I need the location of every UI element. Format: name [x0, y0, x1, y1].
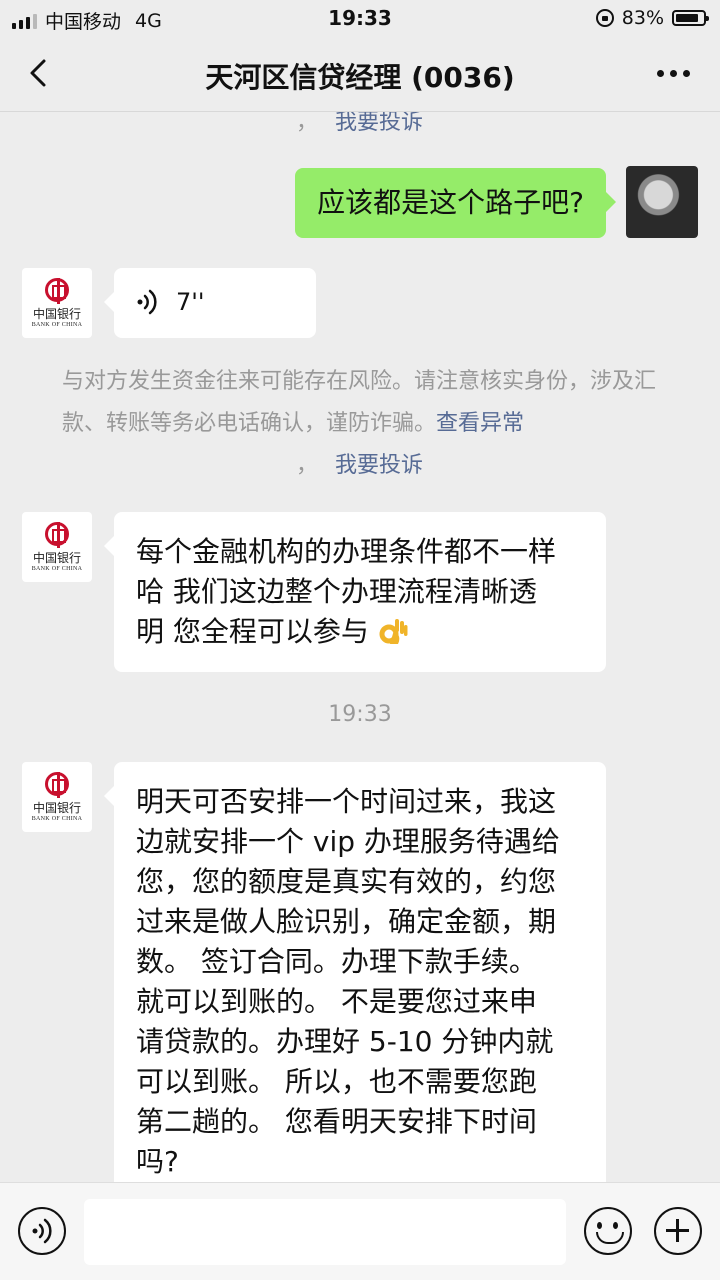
bank-of-china-logo-icon: [45, 278, 69, 304]
avatar-bank-en: BANK OF CHINA: [31, 322, 83, 328]
message-line: 明 您全程可以参与: [136, 612, 584, 652]
complain-link-top[interactable]: 我要投诉: [335, 112, 423, 135]
battery-fill: [676, 14, 698, 22]
avatar-bank-en: BANK OF CHINA: [31, 566, 83, 572]
more-options-icon[interactable]: [657, 70, 690, 77]
chat-area[interactable]: ， 我要投诉 应该都是这个路子吧? 中国银行 BANK OF CHINA 7''…: [0, 112, 720, 1182]
message-line: 每个金融机构的办理条件都不一样: [136, 535, 557, 568]
voice-input-toggle-icon[interactable]: [18, 1207, 66, 1255]
status-bar: 中国移动 4G 19:33 83%: [0, 0, 720, 36]
message-timestamp: 19:33: [328, 702, 392, 727]
user-avatar[interactable]: [626, 166, 698, 238]
fraud-warning-sep: ，: [296, 453, 319, 478]
emoji-icon[interactable]: [584, 1207, 632, 1255]
battery-icon: [672, 10, 709, 26]
chat-header: 天河区信贷经理 (0036): [0, 36, 720, 112]
voice-wave-icon: [137, 289, 157, 315]
contact-avatar[interactable]: 中国银行 BANK OF CHINA: [22, 268, 92, 338]
contact-message-bubble[interactable]: 明天可否安排一个时间过来，我这 边就安排一个 vip 办理服务待遇给 您，您的额…: [104, 762, 606, 1182]
status-right: 83%: [595, 7, 709, 29]
input-bar: [0, 1182, 720, 1280]
message-input[interactable]: [84, 1199, 566, 1265]
bank-of-china-logo-icon: [45, 772, 69, 798]
battery-percent: 83%: [621, 7, 664, 29]
user-message-bubble[interactable]: 应该都是这个路子吧?: [295, 168, 616, 238]
chat-title: 天河区信贷经理 (0036): [205, 61, 515, 94]
message-line: 可以到账。 所以，也不需要您跑: [136, 1065, 537, 1098]
voice-duration: 7'': [176, 288, 205, 316]
voice-message-bubble[interactable]: 7'': [104, 268, 316, 338]
orientation-lock-icon: [595, 9, 614, 27]
message-line: 数。 签订合同。办理下款手续。: [136, 945, 537, 978]
message-line: 请贷款的。办理好 5-10 分钟内就: [136, 1025, 554, 1058]
add-attachment-icon[interactable]: [654, 1207, 702, 1255]
system-note-cut: ， 我要投诉: [296, 112, 720, 144]
message-line: 您，您的额度是真实有效的，约您: [136, 865, 557, 898]
message-line: 明天可否安排一个时间过来，我这: [136, 785, 557, 818]
complain-link[interactable]: 我要投诉: [335, 453, 423, 478]
voice-wave-icon: [32, 1218, 52, 1244]
message-line: 过来是做人脸识别，确定金额，期: [136, 905, 557, 938]
contact-message-bubble[interactable]: 每个金融机构的办理条件都不一样 哈 我们这边整个办理流程清晰透 明 您全程可以参…: [104, 512, 606, 672]
message-line: 哈 我们这边整个办理流程清晰透: [136, 575, 537, 608]
fraud-warning-text: 与对方发生资金往来可能存在风险。请注意核实身份，涉及汇款、转账等务必电话确认，谨…: [62, 369, 657, 436]
fraud-warning-note: 与对方发生资金往来可能存在风险。请注意核实身份，涉及汇款、转账等务必电话确认，谨…: [62, 361, 662, 487]
ok-hand-emoji-icon: [379, 619, 408, 644]
message-line: 吗?: [136, 1145, 179, 1178]
avatar-bank-cn: 中国银行: [32, 307, 81, 321]
contact-avatar[interactable]: 中国银行 BANK OF CHINA: [22, 762, 92, 832]
system-note-sep: ，: [296, 112, 319, 135]
message-line: 边就安排一个 vip 办理服务待遇给: [136, 825, 560, 858]
avatar-bank-cn: 中国银行: [32, 551, 81, 565]
message-line: 就可以到账的。 不是要您过来申: [136, 985, 537, 1018]
avatar-bank-en: BANK OF CHINA: [31, 816, 83, 822]
bank-of-china-logo-icon: [45, 522, 69, 548]
view-abnormal-link[interactable]: 查看异常: [436, 411, 524, 436]
avatar-bank-cn: 中国银行: [32, 801, 81, 815]
message-line: 第二趟的。 您看明天安排下时间: [136, 1105, 537, 1138]
message-line-text: 明 您全程可以参与: [136, 615, 369, 648]
contact-avatar[interactable]: 中国银行 BANK OF CHINA: [22, 512, 92, 582]
user-message-text: 应该都是这个路子吧?: [317, 186, 584, 219]
